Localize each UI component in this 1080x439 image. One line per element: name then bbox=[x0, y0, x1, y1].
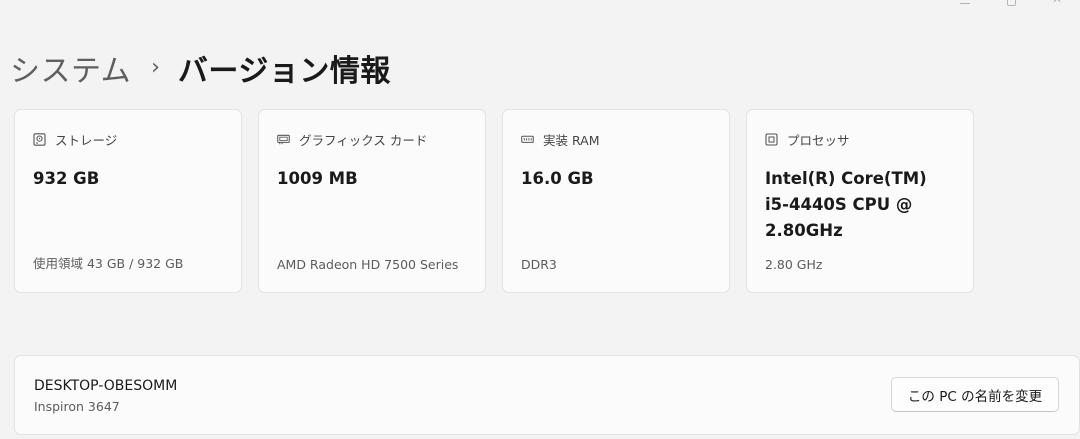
rename-pc-button[interactable]: この PC の名前を変更 bbox=[891, 377, 1059, 412]
storage-icon bbox=[33, 132, 46, 146]
settings-window: ✕ システム › バージョン情報 ストレージ 932 GB 使用領域 43 bbox=[0, 0, 1080, 439]
card-value: 16.0 GB bbox=[521, 169, 594, 188]
processor-icon bbox=[765, 132, 778, 146]
card-label: 実装 RAM bbox=[543, 132, 600, 148]
spec-card-processor: プロセッサ Intel(R) Core(TM) i5-4440S CPU @ 2… bbox=[746, 109, 974, 293]
breadcrumb-system[interactable]: システム bbox=[10, 46, 131, 90]
spec-cards: ストレージ 932 GB 使用領域 43 GB / 932 GB グラフィックス… bbox=[14, 109, 974, 293]
breadcrumb: システム › バージョン情報 bbox=[10, 46, 391, 90]
card-subtext: 2.80 GHz bbox=[765, 257, 823, 272]
device-model: Inspiron 3647 bbox=[34, 399, 120, 414]
spec-card-storage: ストレージ 932 GB 使用領域 43 GB / 932 GB bbox=[14, 109, 242, 293]
caption-controls: ✕ bbox=[942, 0, 1080, 8]
ram-icon bbox=[521, 133, 534, 146]
spec-card-ram: 実装 RAM 16.0 GB DDR3 bbox=[502, 109, 730, 293]
card-value: Intel(R) Core(TM) i5-4440S CPU @ 2.80GHz bbox=[765, 169, 927, 240]
card-label: プロセッサ bbox=[787, 132, 850, 148]
graphics-card-icon bbox=[277, 133, 290, 146]
chevron-right-icon: › bbox=[151, 54, 160, 80]
close-icon: ✕ bbox=[1052, 0, 1062, 5]
device-info-panel: DESKTOP-OBESOMM Inspiron 3647 この PC の名前を… bbox=[14, 355, 1080, 435]
device-name: DESKTOP-OBESOMM bbox=[34, 378, 178, 394]
card-value: 932 GB bbox=[33, 169, 100, 188]
card-label: グラフィックス カード bbox=[299, 132, 428, 148]
card-value: 1009 MB bbox=[277, 169, 358, 188]
card-label: ストレージ bbox=[55, 132, 118, 148]
close-button[interactable]: ✕ bbox=[1034, 0, 1080, 8]
maximize-icon bbox=[1006, 0, 1016, 6]
spec-card-graphics: グラフィックス カード 1009 MB AMD Radeon HD 7500 S… bbox=[258, 109, 486, 293]
card-subtext: DDR3 bbox=[521, 257, 557, 272]
page-title: バージョン情報 bbox=[177, 54, 391, 89]
minimize-button[interactable] bbox=[942, 0, 988, 8]
maximize-button[interactable] bbox=[988, 0, 1034, 8]
card-subtext: AMD Radeon HD 7500 Series bbox=[277, 257, 459, 272]
card-subtext: 使用領域 43 GB / 932 GB bbox=[33, 256, 184, 271]
minimize-icon bbox=[960, 2, 970, 4]
